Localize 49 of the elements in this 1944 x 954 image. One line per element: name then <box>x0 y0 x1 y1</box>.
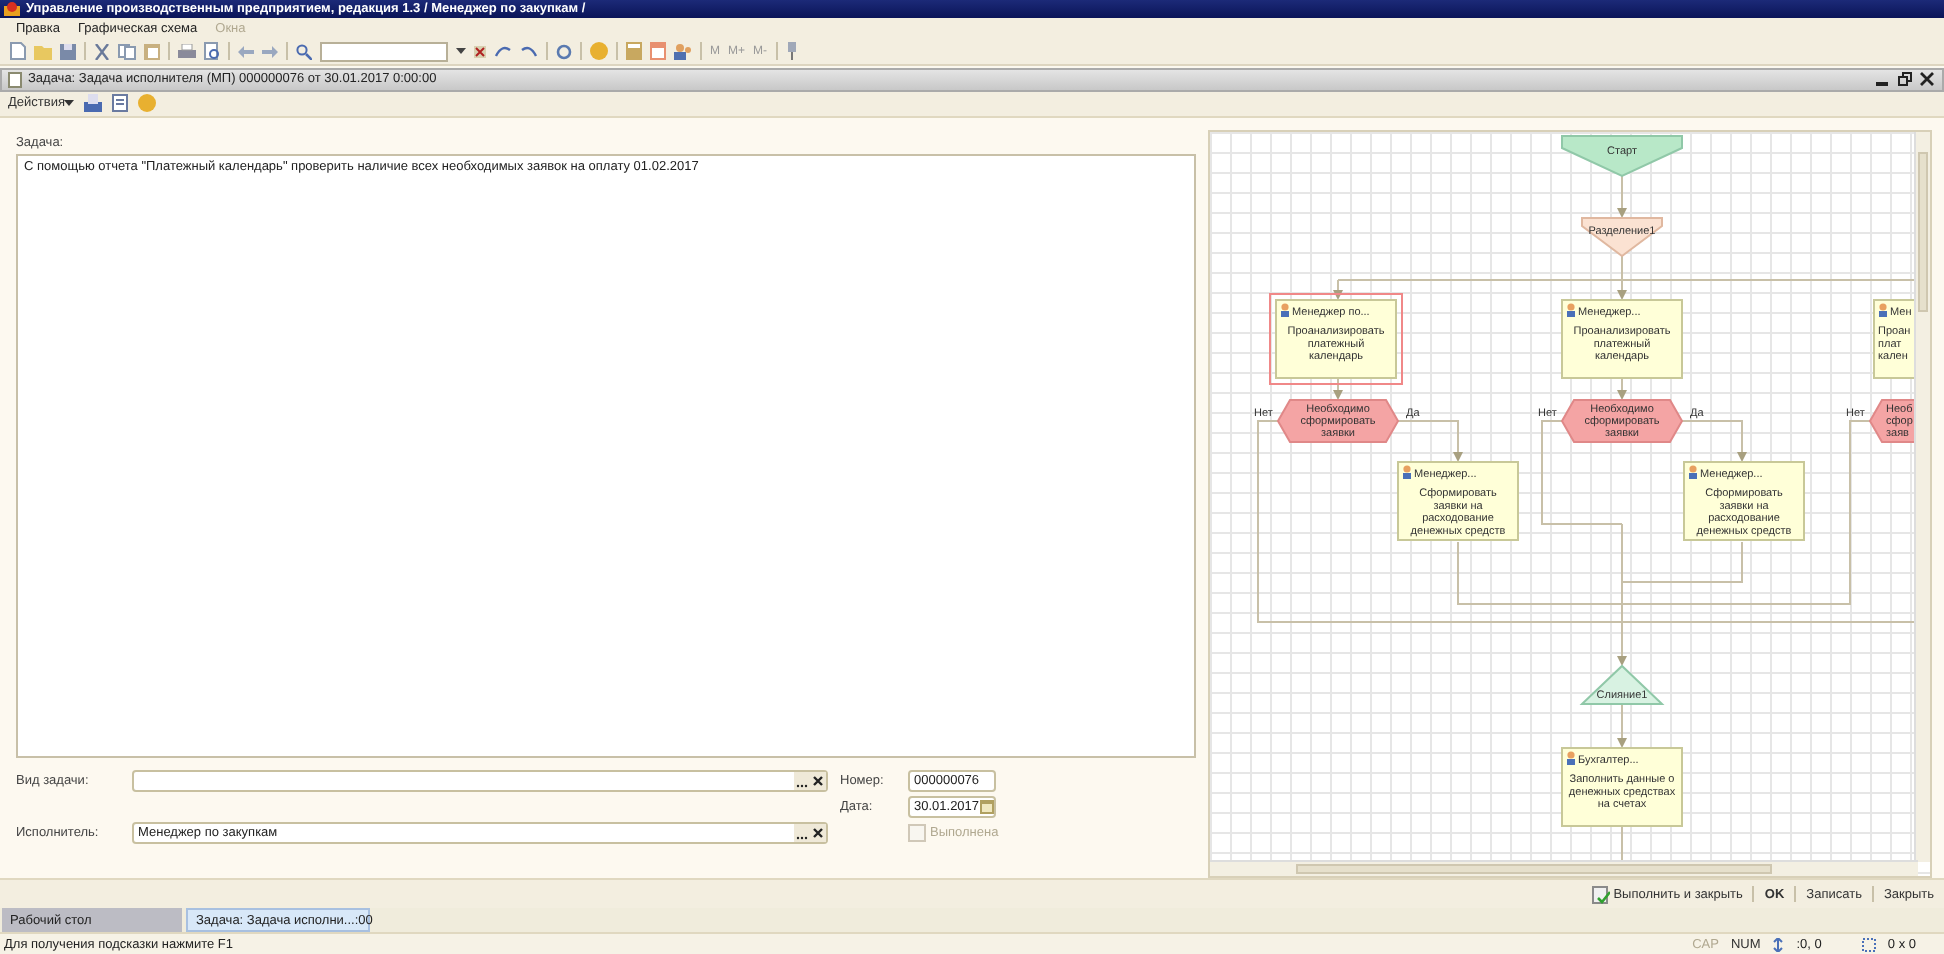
dropdown-arrow-icon[interactable] <box>456 48 466 55</box>
person-icon <box>1281 302 1289 317</box>
person-icon <box>1403 464 1411 479</box>
task-type-field[interactable] <box>132 770 828 793</box>
process-box[interactable] <box>1561 298 1683 379</box>
clear-icon[interactable] <box>474 45 486 58</box>
process-box[interactable] <box>1683 460 1805 541</box>
document-icon <box>8 71 22 88</box>
person-icon <box>1567 302 1575 317</box>
person-icon <box>1689 464 1697 479</box>
cursor-position-icon <box>1772 937 1785 952</box>
start-node <box>1561 134 1683 177</box>
preview-icon[interactable] <box>204 42 220 61</box>
process-box[interactable] <box>1397 460 1519 541</box>
copy-icon[interactable] <box>118 43 136 60</box>
save-to-disk-icon[interactable] <box>84 94 103 113</box>
close-icon[interactable] <box>1920 72 1934 87</box>
merge-node <box>1579 663 1665 705</box>
print-icon[interactable] <box>178 43 196 60</box>
vertical-scrollbar[interactable] <box>1914 131 1930 862</box>
connector-line <box>1617 376 1627 400</box>
horizontal-scrollbar[interactable] <box>1210 859 1918 876</box>
restore-icon[interactable] <box>1898 72 1912 87</box>
new-document-icon[interactable] <box>10 42 26 61</box>
caret-icon <box>64 100 75 107</box>
calendar-icon[interactable] <box>980 800 994 815</box>
calculator-icon[interactable] <box>626 42 642 61</box>
split-node <box>1581 216 1663 257</box>
calendar-icon[interactable] <box>650 42 666 61</box>
app-logo-icon <box>4 1 20 16</box>
process-box[interactable] <box>1561 746 1683 827</box>
users-icon[interactable] <box>674 42 692 61</box>
clear-icon[interactable] <box>810 824 826 843</box>
clear-icon[interactable] <box>810 772 826 791</box>
find-previous-icon[interactable] <box>520 44 538 59</box>
search-field[interactable] <box>320 41 448 62</box>
find-next-icon[interactable] <box>494 44 512 59</box>
person-icon <box>1567 750 1575 765</box>
save-icon[interactable] <box>60 43 76 60</box>
connector-line <box>1617 702 1627 748</box>
connector-line <box>1621 824 1623 862</box>
pin-icon[interactable] <box>785 42 798 61</box>
cut-icon[interactable] <box>94 43 110 60</box>
connector-line <box>1617 174 1627 218</box>
selection-size-icon <box>1861 937 1876 952</box>
search-icon[interactable] <box>296 43 312 60</box>
connector-line <box>1333 376 1343 400</box>
person-icon <box>1879 302 1887 317</box>
document-list-icon[interactable] <box>112 94 129 113</box>
